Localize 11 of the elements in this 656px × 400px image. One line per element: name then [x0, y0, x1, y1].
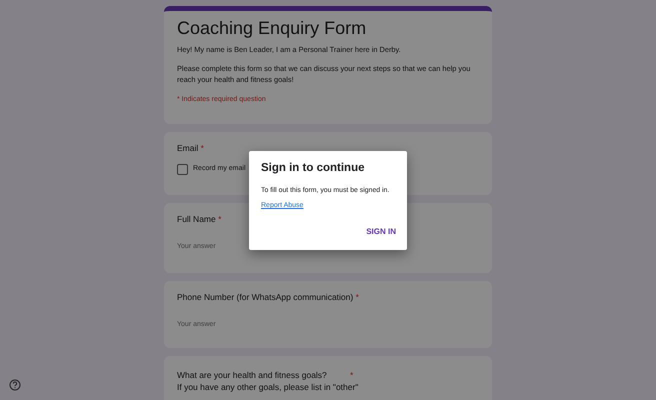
checkbox[interactable] [177, 164, 188, 175]
question-label: What are your health and fitness goals? [177, 369, 328, 381]
question-label: Full Name * [177, 213, 222, 225]
question-hint: If you have any other goals, please list in "other" [177, 381, 360, 393]
form-title: Coaching Enquiry Form [177, 17, 368, 39]
help-icon[interactable] [9, 379, 21, 391]
question-label: Phone Number (for WhatsApp communication) * [177, 291, 359, 303]
required-asterisk: * [350, 369, 354, 381]
dialog-title: Sign in to continue [261, 162, 366, 176]
question-label: Email * [177, 142, 204, 154]
sign-in-button[interactable]: SIGN IN [363, 224, 399, 240]
